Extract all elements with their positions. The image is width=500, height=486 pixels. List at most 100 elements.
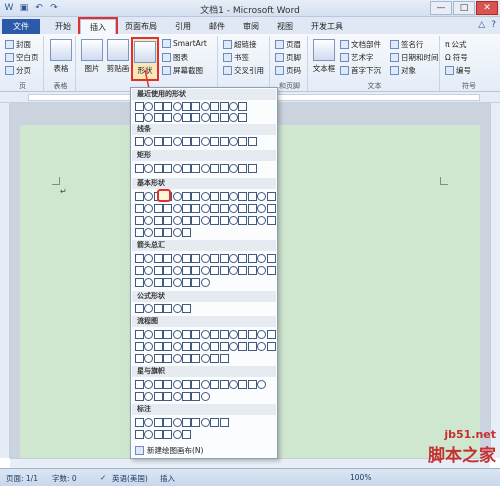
shape-option[interactable] xyxy=(153,392,163,401)
shape-option[interactable] xyxy=(153,102,163,111)
shape-option[interactable] xyxy=(229,113,238,122)
shape-option[interactable] xyxy=(200,354,210,363)
shape-option[interactable] xyxy=(219,354,229,363)
number-button[interactable]: 编号 xyxy=(445,65,471,76)
shape-option[interactable] xyxy=(182,216,191,225)
shape-option[interactable] xyxy=(191,354,201,363)
shape-option[interactable] xyxy=(144,113,154,122)
shape-option[interactable] xyxy=(247,216,257,225)
shape-option[interactable] xyxy=(144,102,154,111)
shape-option[interactable] xyxy=(238,330,248,339)
shape-option[interactable] xyxy=(144,204,154,213)
shape-option[interactable] xyxy=(200,216,210,225)
shape-option[interactable] xyxy=(144,342,154,351)
clipart-button[interactable]: 剪贴画 xyxy=(105,39,131,74)
shape-option[interactable] xyxy=(219,254,229,263)
shape-option[interactable] xyxy=(257,204,267,213)
shape-option[interactable] xyxy=(153,266,163,275)
shape-option[interactable] xyxy=(200,254,210,263)
shape-option[interactable] xyxy=(144,354,154,363)
shape-option[interactable] xyxy=(144,278,154,287)
shape-option[interactable] xyxy=(163,430,173,439)
screenshot-button[interactable]: 屏幕截图 xyxy=(162,65,203,76)
page-count[interactable]: 页面: 1/1 xyxy=(6,473,38,484)
shape-option[interactable] xyxy=(238,102,248,111)
tab-developer[interactable]: 开发工具 xyxy=(302,19,352,34)
shape-option[interactable] xyxy=(172,254,182,263)
shape-option[interactable] xyxy=(229,380,238,389)
shape-option[interactable] xyxy=(191,342,201,351)
symbol-button[interactable]: Ω 符号 xyxy=(445,52,468,63)
shape-option[interactable] xyxy=(182,266,191,275)
shape-option[interactable] xyxy=(172,342,182,351)
shape-option[interactable] xyxy=(191,137,201,146)
signature-line-button[interactable]: 签名行 xyxy=(390,39,424,50)
shape-option[interactable] xyxy=(238,164,248,173)
bookmark-button[interactable]: 书签 xyxy=(223,52,249,63)
shape-option[interactable] xyxy=(163,254,173,263)
shape-option[interactable] xyxy=(163,354,173,363)
shape-option[interactable] xyxy=(219,192,229,201)
tab-page-layout[interactable]: 页面布局 xyxy=(116,19,166,34)
shape-option[interactable] xyxy=(172,164,182,173)
shape-option[interactable] xyxy=(200,266,210,275)
shape-option[interactable] xyxy=(163,216,173,225)
shape-option[interactable] xyxy=(238,380,248,389)
shape-option[interactable] xyxy=(182,380,191,389)
shape-option[interactable] xyxy=(257,330,267,339)
shape-option[interactable] xyxy=(144,392,154,401)
date-time-button[interactable]: 日期和时间 xyxy=(390,52,439,63)
cover-page-button[interactable]: 封面 xyxy=(5,39,31,50)
footer-button[interactable]: 页脚 xyxy=(275,52,301,63)
shape-option[interactable] xyxy=(182,330,191,339)
shape-option[interactable] xyxy=(144,330,154,339)
table-button[interactable]: 表格 xyxy=(49,39,73,74)
vertical-scrollbar[interactable] xyxy=(490,103,500,458)
shape-option[interactable] xyxy=(135,102,144,111)
shape-option[interactable] xyxy=(163,102,173,111)
smartart-button[interactable]: SmartArt xyxy=(162,39,207,48)
shape-option[interactable] xyxy=(135,204,144,213)
shape-option[interactable] xyxy=(182,102,191,111)
tab-home[interactable]: 开始 xyxy=(46,19,80,34)
shape-option[interactable] xyxy=(200,137,210,146)
shape-option[interactable] xyxy=(238,137,248,146)
tab-mailings[interactable]: 邮件 xyxy=(200,19,234,34)
shape-option[interactable] xyxy=(266,216,276,225)
shape-option[interactable] xyxy=(219,342,229,351)
chart-button[interactable]: 图表 xyxy=(162,52,188,63)
shape-option[interactable] xyxy=(163,137,173,146)
tab-insert[interactable]: 插入 xyxy=(78,17,118,36)
shape-option[interactable] xyxy=(163,418,173,427)
shape-option[interactable] xyxy=(172,430,182,439)
shape-option[interactable] xyxy=(247,342,257,351)
shape-option[interactable] xyxy=(257,216,267,225)
shape-option[interactable] xyxy=(153,330,163,339)
shape-option[interactable] xyxy=(172,204,182,213)
shape-option[interactable] xyxy=(172,113,182,122)
tab-review[interactable]: 审阅 xyxy=(234,19,268,34)
shape-option[interactable] xyxy=(210,330,220,339)
shape-option[interactable] xyxy=(210,354,220,363)
shape-option[interactable] xyxy=(229,266,238,275)
shape-option[interactable] xyxy=(135,192,144,201)
horizontal-scrollbar[interactable] xyxy=(10,458,490,468)
shape-option[interactable] xyxy=(153,430,163,439)
shape-option[interactable] xyxy=(219,216,229,225)
shape-option[interactable] xyxy=(210,216,220,225)
dropcap-button[interactable]: 首字下沉 xyxy=(340,65,381,76)
shape-option[interactable] xyxy=(153,216,163,225)
shape-option[interactable] xyxy=(229,192,238,201)
close-button[interactable]: ✕ xyxy=(476,1,498,15)
shape-option[interactable] xyxy=(229,137,238,146)
picture-button[interactable]: 图片 xyxy=(80,39,104,74)
shape-option[interactable] xyxy=(266,330,276,339)
hyperlink-button[interactable]: 超链接 xyxy=(223,39,257,50)
shape-option[interactable] xyxy=(229,164,238,173)
shape-option[interactable] xyxy=(135,254,144,263)
shape-option[interactable] xyxy=(200,192,210,201)
shape-option[interactable] xyxy=(229,102,238,111)
blank-page-button[interactable]: 空白页 xyxy=(5,52,39,63)
shape-option[interactable] xyxy=(135,278,144,287)
shape-option[interactable] xyxy=(257,192,267,201)
